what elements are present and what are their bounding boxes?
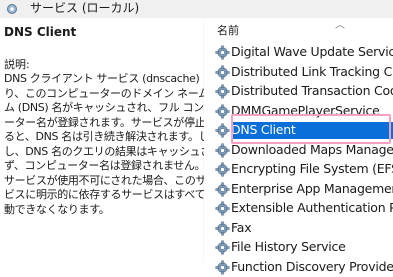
- service-name: DNS Client: [231, 122, 296, 138]
- gear-icon: [215, 104, 230, 119]
- service-name: File History Service: [231, 239, 346, 255]
- gear-icon: [215, 123, 230, 138]
- service-name: DMMGamePlayerService: [231, 103, 380, 119]
- gear-icon: [215, 201, 230, 216]
- service-row[interactable]: Encrypting File System (EFS): [214, 160, 393, 180]
- service-name: Downloaded Maps Manager: [231, 142, 393, 158]
- service-name: Distributed Link Tracking Client: [231, 64, 393, 80]
- header-title: サービス (ローカル): [30, 0, 139, 16]
- description-line: ーター名が登録されます。サービスが停止され: [4, 116, 206, 131]
- selected-service-name: DNS Client: [4, 24, 76, 40]
- gear-icon: [215, 45, 230, 60]
- column-header-name[interactable]: ︿ 名前: [206, 22, 393, 39]
- service-row[interactable]: Extensible Authentication Protocol: [214, 199, 393, 219]
- gear-icon: [215, 182, 230, 197]
- service-name: Distributed Transaction Coordinator: [231, 83, 393, 99]
- service-row[interactable]: DNS Client: [214, 121, 393, 141]
- service-list: Digital Wave Update Service Distributed L…: [214, 43, 393, 277]
- service-name: Enterprise App Management Service: [231, 181, 393, 197]
- gear-icon: [215, 260, 230, 275]
- service-row[interactable]: Enterprise App Management Service: [214, 180, 393, 200]
- service-row[interactable]: File History Service: [214, 238, 393, 258]
- service-name: Digital Wave Update Service: [231, 44, 393, 60]
- description-line: ず、コンピューター名は登録されません。: [4, 159, 206, 174]
- service-row[interactable]: Distributed Transaction Coordinator: [214, 82, 393, 102]
- description-line: り、このコンピューターのドメイン ネーム システ: [4, 87, 206, 102]
- service-name: Encrypting File System (EFS): [231, 161, 393, 177]
- description-line: ると、DNS 名は引き続き解決されます。しか: [4, 130, 206, 145]
- description-line: し、DNS 名のクエリの結果はキャッシュされ: [4, 145, 206, 160]
- service-row[interactable]: Function Discovery Provider Host: [214, 258, 393, 277]
- gear-icon: [215, 221, 230, 236]
- services-icon: [5, 2, 19, 16]
- gear-icon: [215, 84, 230, 99]
- service-name: Function Discovery Provider Host: [231, 259, 393, 275]
- service-description: DNS クライアント サービス (dnscache) により、このコンピューター…: [4, 72, 206, 217]
- service-row[interactable]: Distributed Link Tracking Client: [214, 63, 393, 83]
- gear-icon: [215, 240, 230, 255]
- description-line: ビスに明示的に依存するサービスはすべて起: [4, 188, 206, 203]
- gear-icon: [215, 162, 230, 177]
- description-line: 動できなくなります。: [4, 203, 206, 218]
- sort-ascending-icon: ︿: [335, 16, 345, 31]
- service-row[interactable]: DMMGamePlayerService: [214, 102, 393, 122]
- description-line: ム (DNS) 名がキャッシュされ、フル コンピュ: [4, 101, 206, 116]
- description-label: 説明:: [4, 57, 30, 72]
- description-line: DNS クライアント サービス (dnscache) によ: [4, 72, 206, 87]
- service-row[interactable]: Digital Wave Update Service: [214, 43, 393, 63]
- service-row[interactable]: Downloaded Maps Manager: [214, 141, 393, 161]
- service-name: Fax: [231, 220, 251, 236]
- service-row[interactable]: Fax: [214, 219, 393, 239]
- column-header-label: 名前: [217, 23, 239, 38]
- service-name: Extensible Authentication Protocol: [231, 200, 393, 216]
- gear-icon: [215, 65, 230, 80]
- description-line: サービスが使用不可にされた場合、このサー: [4, 174, 206, 189]
- gear-icon: [215, 143, 230, 158]
